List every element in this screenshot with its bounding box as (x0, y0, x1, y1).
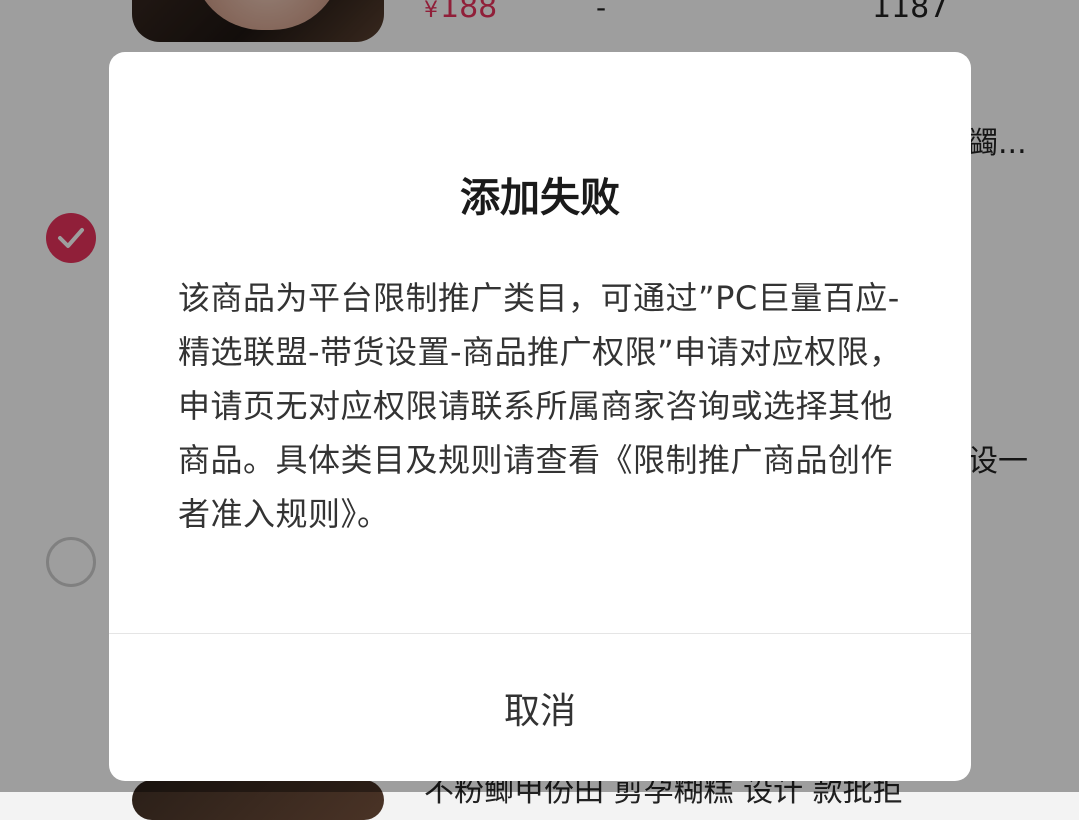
dialog-message: 该商品为平台限制推广类目，可通过”PC巨量百应-精选联盟-带货设置-商品推广权限… (178, 279, 902, 533)
dialog-title: 添加失败 (460, 175, 620, 221)
add-failed-dialog: 添加失败 该商品为平台限制推广类目，可通过”PC巨量百应-精选联盟-带货设置-商… (109, 52, 971, 781)
cancel-button[interactable]: 取消 (109, 634, 971, 781)
